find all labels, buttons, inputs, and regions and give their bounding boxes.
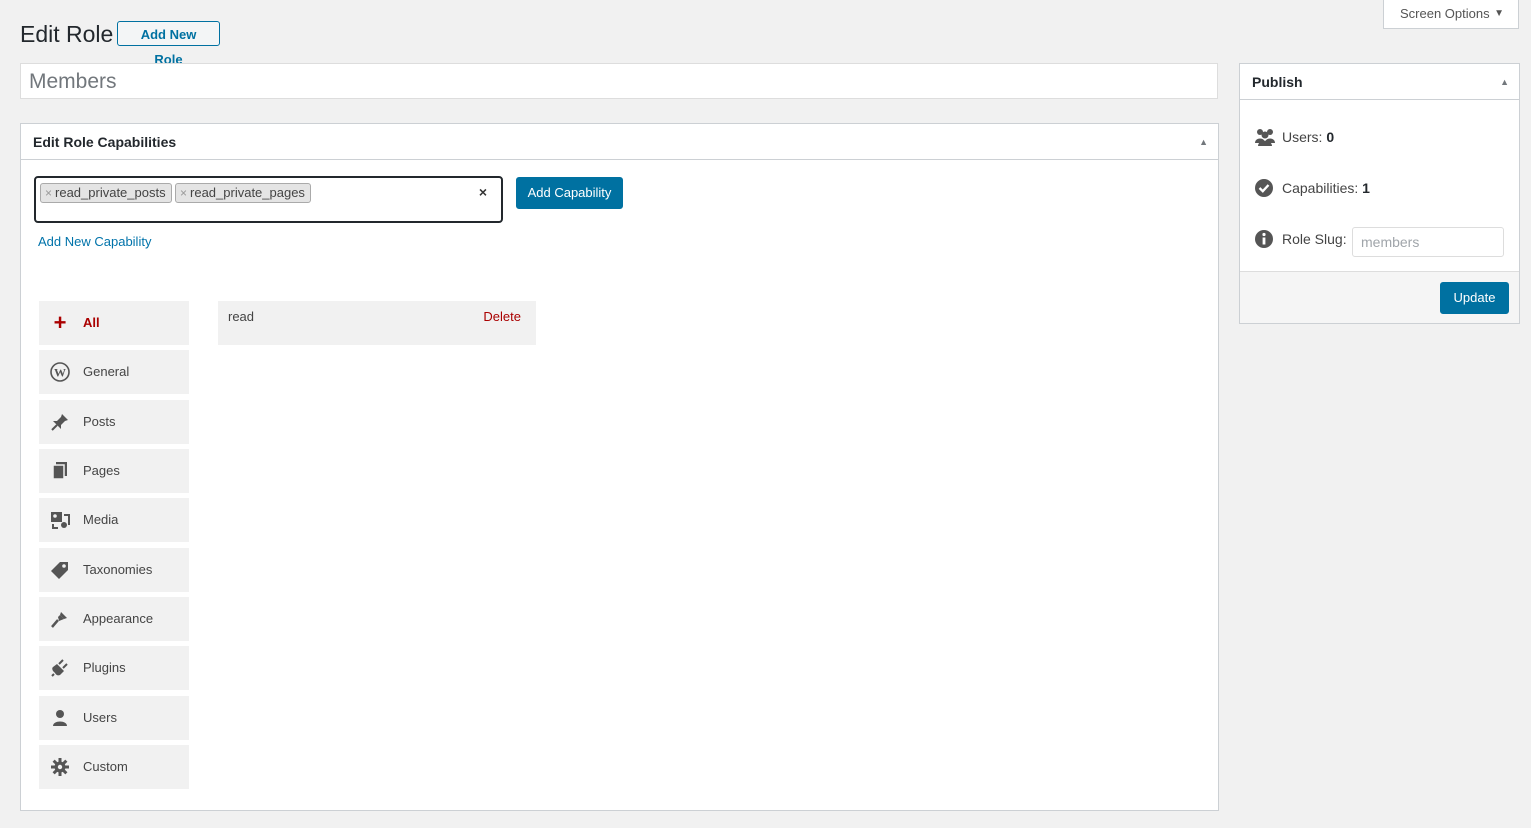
tab-taxonomies[interactable]: Taxonomies xyxy=(39,548,189,592)
caret-down-icon: ▼ xyxy=(1494,8,1504,19)
chip-label: read_private_posts xyxy=(55,185,166,200)
capabilities-count: 1 xyxy=(1362,180,1370,196)
add-new-capability-link[interactable]: Add New Capability xyxy=(38,234,151,249)
plugin-icon xyxy=(49,646,71,690)
tab-label: Posts xyxy=(83,414,116,429)
capability-select[interactable]: × read_private_posts × read_private_pages … xyxy=(34,176,503,223)
remove-chip-icon[interactable]: × xyxy=(45,186,52,200)
pushpin-icon xyxy=(49,400,71,444)
users-label: Users: xyxy=(1282,129,1323,145)
tab-pages[interactable]: Pages xyxy=(39,449,189,493)
tab-appearance[interactable]: Appearance xyxy=(39,597,189,641)
clear-selection-icon[interactable]: × xyxy=(479,184,487,200)
capability-row: read Delete xyxy=(218,301,536,345)
add-new-role-button[interactable]: Add New Role xyxy=(117,21,220,67)
role-slug-input[interactable]: members xyxy=(1352,227,1504,257)
tab-users[interactable]: Users xyxy=(39,696,189,740)
role-name-input[interactable]: Members xyxy=(20,63,1218,99)
publish-box: Publish ▲ Users: 0 Capabilities: 1 Role … xyxy=(1239,63,1520,324)
tab-label: Media xyxy=(83,512,119,527)
collapse-toggle-icon[interactable]: ▲ xyxy=(1199,124,1208,160)
tag-icon xyxy=(49,548,71,592)
wordpress-icon: W xyxy=(49,350,71,394)
info-icon xyxy=(1254,229,1276,249)
publish-actions: Update xyxy=(1240,271,1519,323)
capability-name: read xyxy=(228,309,255,324)
tab-custom[interactable]: Custom xyxy=(39,745,189,789)
tab-media[interactable]: Media xyxy=(39,498,189,542)
screen-options-label: Screen Options xyxy=(1400,6,1490,21)
capability-chip[interactable]: × read_private_pages xyxy=(175,183,311,203)
update-button[interactable]: Update xyxy=(1440,282,1509,314)
brush-icon xyxy=(49,597,71,641)
capability-chip[interactable]: × read_private_posts xyxy=(40,183,172,203)
check-circle-icon xyxy=(1254,178,1276,198)
collapse-toggle-icon[interactable]: ▲ xyxy=(1500,64,1509,100)
tab-label: Custom xyxy=(83,759,128,774)
remove-chip-icon[interactable]: × xyxy=(180,186,187,200)
tab-all[interactable]: + All xyxy=(39,301,189,345)
publish-box-title: Publish xyxy=(1252,74,1303,90)
tab-label: Taxonomies xyxy=(83,562,153,577)
tab-label: All xyxy=(83,315,100,330)
screen-options-button[interactable]: Screen Options ▼ xyxy=(1383,0,1519,29)
chip-label: read_private_pages xyxy=(190,185,305,200)
capabilities-label: Capabilities: xyxy=(1282,180,1359,196)
tab-label: Plugins xyxy=(83,660,126,675)
users-count: 0 xyxy=(1326,129,1335,145)
tab-posts[interactable]: Posts xyxy=(39,400,189,444)
capabilities-box-title: Edit Role Capabilities xyxy=(33,134,177,150)
tab-general[interactable]: W General xyxy=(39,350,189,394)
tab-plugins[interactable]: Plugins xyxy=(39,646,189,690)
pages-icon xyxy=(49,449,71,493)
capabilities-box: Edit Role Capabilities ▲ × read_private_p… xyxy=(20,123,1219,811)
add-capability-button[interactable]: Add Capability xyxy=(516,177,623,209)
plus-icon: + xyxy=(53,310,67,335)
tab-label: General xyxy=(83,364,130,379)
media-icon xyxy=(49,498,71,542)
user-icon xyxy=(49,696,71,740)
tab-label: Appearance xyxy=(83,611,154,626)
gear-icon xyxy=(49,745,71,789)
svg-text:W: W xyxy=(54,366,66,380)
delete-capability-link[interactable]: Delete xyxy=(483,309,521,324)
role-slug-label: Role Slug: xyxy=(1282,231,1347,247)
page-title: Edit Role xyxy=(20,21,114,47)
users-group-icon xyxy=(1254,127,1276,147)
tab-label: Pages xyxy=(83,463,120,478)
publish-box-header[interactable]: Publish ▲ xyxy=(1240,64,1519,100)
capabilities-box-header[interactable]: Edit Role Capabilities ▲ xyxy=(21,124,1218,160)
tab-label: Users xyxy=(83,710,117,725)
